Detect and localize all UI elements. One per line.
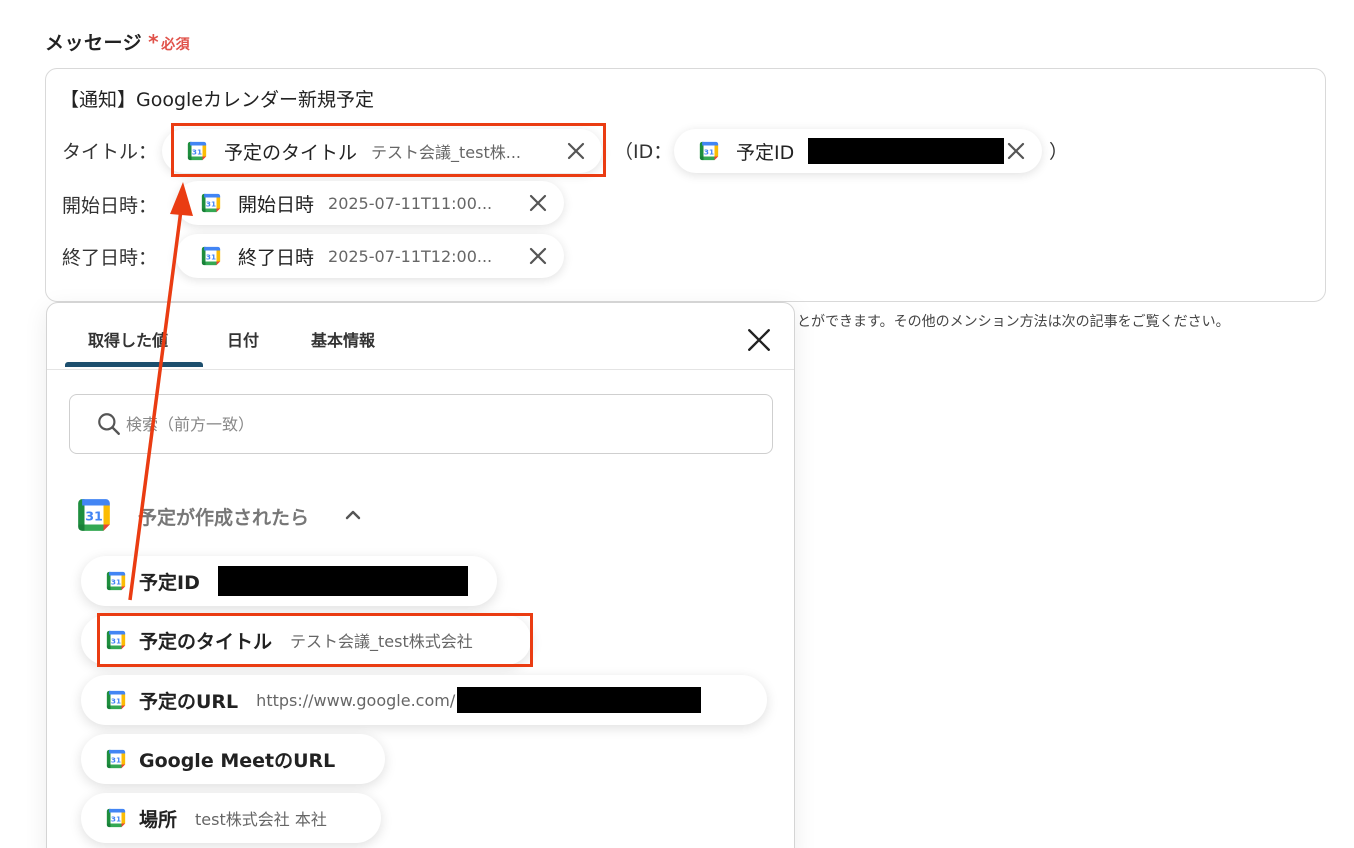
list-item-location[interactable]: 場所 test株式会社 本社 <box>81 793 381 843</box>
redacted-value <box>808 138 1005 164</box>
chip-title: 開始日時 <box>238 193 315 216</box>
group-title[interactable]: 予定が作成されたら <box>138 503 309 530</box>
search-input[interactable] <box>126 395 726 453</box>
help-text: とができます。その他のメンション方法は次の記事をご覧ください。 <box>797 314 1230 330</box>
id-open-text: （ID： <box>614 141 673 163</box>
item-title: Google MeetのURL <box>139 749 336 772</box>
search-box <box>69 394 773 454</box>
chevron-up-icon[interactable] <box>344 508 362 522</box>
google-calendar-icon <box>698 140 720 162</box>
message-first-line: 【通知】Googleカレンダー新規予定 <box>60 89 375 111</box>
id-variable-chip[interactable]: 予定ID <box>674 129 1042 173</box>
highlight-box-title-item <box>97 613 533 667</box>
list-item-event-url[interactable]: 予定のURL https://www.google.com/ <box>81 675 767 725</box>
tab-retrieved-values[interactable]: 取得した値 <box>88 327 168 351</box>
redacted-value <box>457 687 702 713</box>
chip-title: 終了日時 <box>238 246 315 269</box>
chip-value: 2025-07-11T11:00... <box>328 193 493 213</box>
google-calendar-icon <box>105 748 127 770</box>
end-variable-chip[interactable]: 終了日時 2025-07-11T12:00... <box>176 234 564 278</box>
title-row-label: タイトル： <box>62 141 158 163</box>
tab-basic-info[interactable]: 基本情報 <box>311 327 375 351</box>
google-calendar-icon <box>105 570 127 592</box>
google-calendar-icon <box>75 496 113 534</box>
item-title: 予定のURL <box>139 690 239 713</box>
item-value: https://www.google.com/ <box>256 690 456 710</box>
message-field-label: メッセージ * 必須 <box>45 28 190 55</box>
google-calendar-icon <box>200 192 222 214</box>
tab-bar: 取得した値 日付 基本情報 <box>47 303 794 370</box>
google-calendar-icon <box>105 807 127 829</box>
chip-value: 2025-07-11T12:00... <box>328 246 493 266</box>
field-label-text: メッセージ <box>45 32 143 54</box>
start-variable-chip[interactable]: 開始日時 2025-07-11T11:00... <box>176 181 564 225</box>
required-text: 必須 <box>161 37 191 53</box>
close-icon[interactable] <box>526 244 550 268</box>
chip-title: 予定ID <box>736 141 795 164</box>
google-calendar-icon <box>105 689 127 711</box>
message-textarea[interactable]: 【通知】Googleカレンダー新規予定 タイトル： 予定のタイトル テスト会議_… <box>45 68 1326 302</box>
id-close-text: ） <box>1049 141 1069 163</box>
highlight-box-title-chip <box>171 123 606 177</box>
close-icon[interactable] <box>746 327 772 353</box>
end-row-label: 終了日時： <box>62 247 158 269</box>
item-title: 場所 <box>139 808 178 831</box>
required-star: * <box>148 30 160 54</box>
list-item-event-id[interactable]: 予定ID <box>81 556 497 606</box>
redacted-value <box>217 566 468 596</box>
list-item-meet-url[interactable]: Google MeetのURL <box>81 734 385 784</box>
tab-date[interactable]: 日付 <box>227 327 259 351</box>
google-calendar-icon <box>200 245 222 267</box>
item-title: 予定ID <box>139 571 200 594</box>
close-icon[interactable] <box>526 191 550 215</box>
start-row-label: 開始日時： <box>62 195 158 217</box>
item-value: test株式会社 本社 <box>195 810 327 829</box>
search-icon <box>98 413 120 435</box>
active-tab-indicator <box>65 362 203 367</box>
close-icon[interactable] <box>1004 139 1028 163</box>
variable-picker-panel: 取得した値 日付 基本情報 予定が作成されたら 予定ID 予定のタイトル テスト… <box>46 302 795 848</box>
